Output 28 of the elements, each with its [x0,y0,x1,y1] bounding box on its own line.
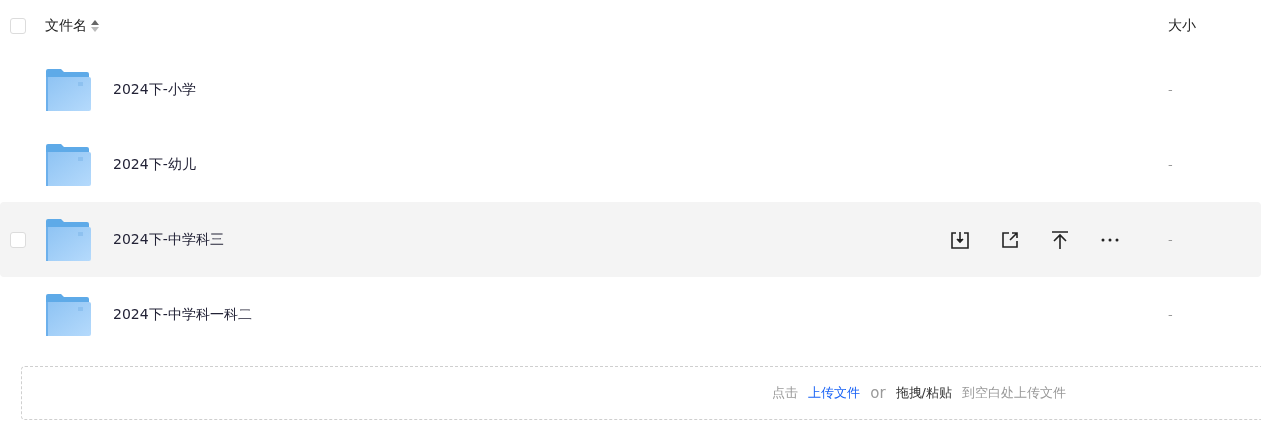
file-size: - [1168,307,1174,322]
column-header[interactable]: 文件名 [45,17,87,35]
file-name[interactable]: 2024下-中学科一科二 [113,305,252,324]
upload-hint: 点击 [772,384,799,402]
select-all-checkbox[interactable] [10,18,26,34]
folder-icon [45,218,91,261]
file-row[interactable]: 2024下-幼儿 - [0,127,1261,202]
file-name[interactable]: 2024下-小学 [113,80,196,99]
file-name[interactable]: 2024下-中学科三 [113,230,224,249]
file-row[interactable]: 2024下-中学科一科二 - [0,277,1261,352]
upload-hint: 到空白处上传文件 [962,384,1066,402]
upload-hint: 拖拽/粘贴 [895,384,952,402]
file-size: - [1168,82,1174,97]
folder-icon [45,143,91,186]
column-header: 大小 [1168,17,1197,35]
more-icon [1101,237,1119,242]
upload-link[interactable]: 上传文件 [808,384,861,402]
file-row[interactable]: 2024下-小学 - [0,52,1261,127]
file-size: - [1168,157,1174,172]
folder-icon [45,68,91,111]
upload-hint: or [870,384,886,402]
row-checkbox[interactable] [10,231,26,248]
file-row[interactable]: 2024下-中学科三 - [0,202,1261,277]
file-name[interactable]: 2024下-幼儿 [113,155,196,174]
file-size: - [1168,232,1174,247]
upload-drop-zone[interactable]: 点击 上传文件 or 拖拽/粘贴 到空白处上传文件 [21,366,1261,420]
folder-icon [45,293,91,336]
sort-icon[interactable] [91,20,99,32]
